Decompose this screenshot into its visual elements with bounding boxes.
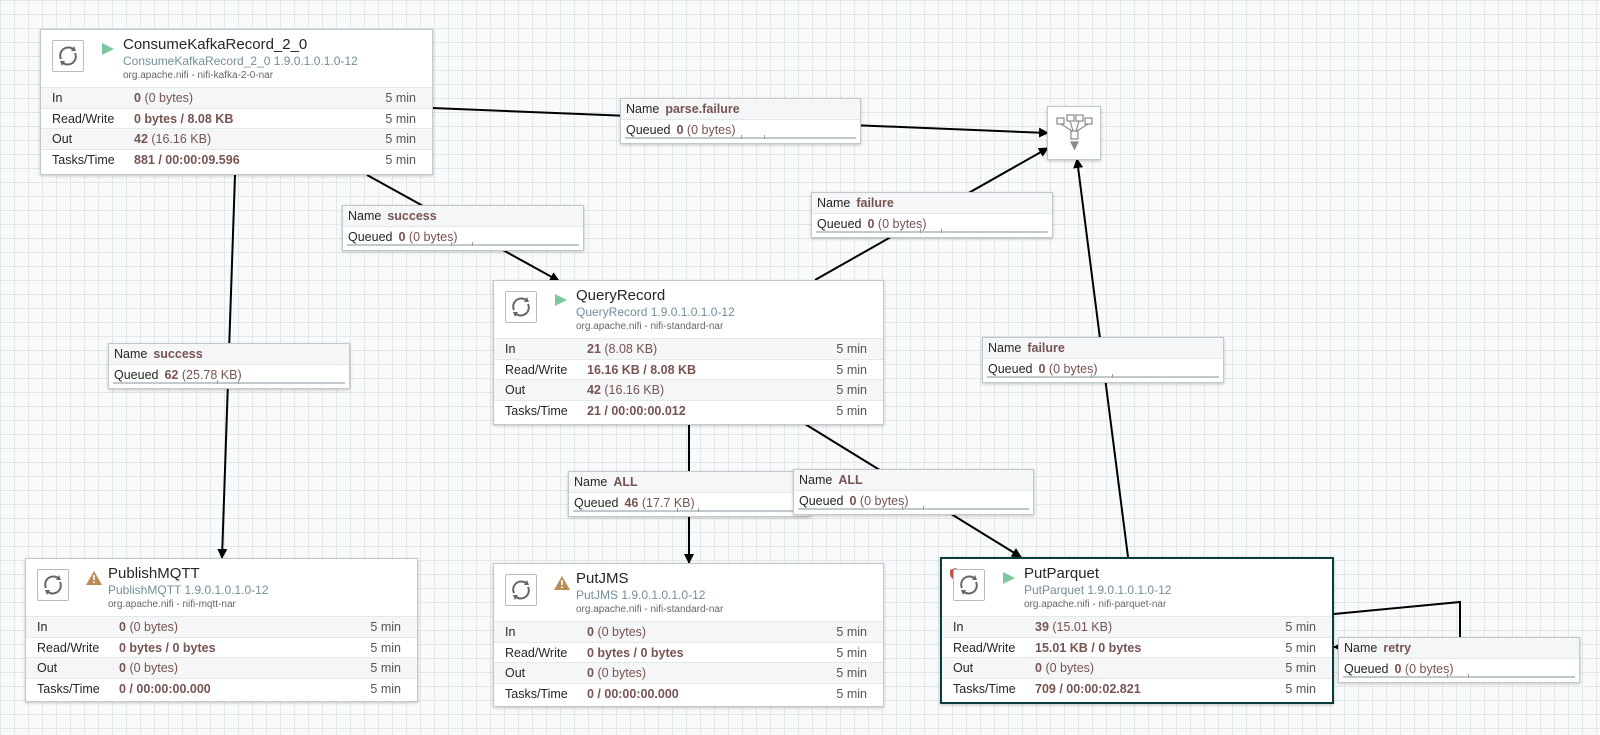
- stat-read-write: Read/Write 15.01 KB / 0 bytes 5 min: [942, 636, 1332, 658]
- queue-backpressure-bar: [347, 242, 579, 246]
- processor-name: PutJMS: [576, 570, 629, 587]
- stat-tasks-time: Tasks/Time 881 / 00:00:09.596 5 min: [41, 149, 432, 170]
- connection-label-parse-failure[interactable]: Name parse.failure Queued 0 (0 bytes): [620, 98, 861, 144]
- processor-type: PutParquet 1.9.0.1.0.1.0-12: [1024, 583, 1172, 597]
- processor-consume-kafka-record[interactable]: ConsumeKafkaRecord_2_0 ConsumeKafkaRecor…: [40, 29, 433, 175]
- processor-type: QueryRecord 1.9.0.1.0.1.0-12: [576, 305, 735, 319]
- processor-put-parquet[interactable]: PutParquet PutParquet 1.9.0.1.0.1.0-12 o…: [940, 557, 1334, 704]
- connection-label-success-to-mqtt[interactable]: Name success Queued 62 (25.78 KB): [108, 343, 350, 389]
- run-status-running-icon: [1002, 571, 1016, 585]
- queue-backpressure-bar: [625, 135, 856, 139]
- processor-name: PublishMQTT: [108, 565, 200, 582]
- processor-type-icon: [953, 569, 985, 601]
- processor-type-icon: [505, 291, 537, 323]
- processor-bundle: org.apache.nifi - nifi-kafka-2-0-nar: [123, 70, 274, 81]
- run-status-running-icon: [101, 42, 115, 56]
- stat-read-write: Read/Write 0 bytes / 0 bytes 5 min: [26, 636, 417, 658]
- queue-backpressure-bar: [1343, 674, 1575, 678]
- processor-type: PublishMQTT 1.9.0.1.0.1.0-12: [108, 583, 269, 597]
- funnel[interactable]: [1047, 106, 1101, 160]
- connection-name: success: [153, 347, 203, 361]
- processor-name: QueryRecord: [576, 287, 666, 304]
- processor-type-icon: [37, 569, 69, 601]
- queued-value: 0 (0 bytes): [1038, 362, 1098, 376]
- connection-label-query-failure[interactable]: Name failure Queued 0 (0 bytes): [811, 192, 1053, 238]
- connection-name: success: [387, 209, 437, 223]
- stat-in: In 0 (0 bytes) 5 min: [494, 621, 883, 642]
- connection-name: ALL: [613, 475, 638, 489]
- queue-backpressure-bar: [816, 229, 1048, 233]
- queued-value: 46 (17.7 KB): [624, 496, 695, 510]
- stat-out: Out 0 (0 bytes) 5 min: [494, 662, 883, 684]
- queue-backpressure-bar: [113, 380, 345, 384]
- connection-label-parquet-failure[interactable]: Name failure Queued 0 (0 bytes): [982, 337, 1224, 383]
- processor-bundle: org.apache.nifi - nifi-standard-nar: [576, 604, 724, 615]
- queued-value: 0 (0 bytes): [398, 230, 458, 244]
- processor-name: PutParquet: [1024, 565, 1100, 582]
- stat-tasks-time: Tasks/Time 0 / 00:00:00.000 5 min: [26, 678, 417, 699]
- processor-bundle: org.apache.nifi - nifi-mqtt-nar: [108, 599, 236, 610]
- stat-tasks-time: Tasks/Time 709 / 00:00:02.821 5 min: [942, 678, 1332, 699]
- queued-value: 0 (0 bytes): [867, 217, 927, 231]
- processor-put-jms[interactable]: PutJMS PutJMS 1.9.0.1.0.1.0-12 org.apach…: [493, 563, 884, 707]
- stat-out: Out 42 (16.16 KB) 5 min: [494, 379, 883, 401]
- processor-name: ConsumeKafkaRecord_2_0: [123, 36, 308, 53]
- stat-read-write: Read/Write 0 bytes / 0 bytes 5 min: [494, 641, 883, 663]
- stat-out: Out 0 (0 bytes) 5 min: [942, 657, 1332, 679]
- stat-in: In 0 (0 bytes) 5 min: [26, 616, 417, 637]
- processor-publish-mqtt[interactable]: PublishMQTT PublishMQTT 1.9.0.1.0.1.0-12…: [25, 558, 418, 702]
- connection-name: retry: [1383, 641, 1412, 655]
- stat-in: In 21 (8.08 KB) 5 min: [494, 338, 883, 359]
- connection-label-all-to-jms[interactable]: Name ALL Queued 46 (17.7 KB): [568, 471, 810, 517]
- processor-type-icon: [52, 40, 84, 72]
- queued-value: 0 (0 bytes): [849, 494, 909, 508]
- connection-label-success-to-query[interactable]: Name success Queued 0 (0 bytes): [342, 205, 584, 251]
- edge-retry-loop[interactable]: [1333, 600, 1461, 637]
- processor-type-icon: [505, 574, 537, 606]
- stat-read-write: Read/Write 0 bytes / 8.08 KB 5 min: [41, 107, 432, 129]
- queue-backpressure-bar: [573, 508, 805, 512]
- stat-tasks-time: Tasks/Time 0 / 00:00:00.000 5 min: [494, 683, 883, 704]
- queue-backpressure-bar: [987, 374, 1219, 378]
- processor-type: ConsumeKafkaRecord_2_0 1.9.0.1.0.1.0-12: [123, 54, 358, 68]
- connection-name: failure: [856, 196, 894, 210]
- warning-icon[interactable]: [554, 576, 570, 590]
- stat-out: Out 42 (16.16 KB) 5 min: [41, 128, 432, 150]
- stat-out: Out 0 (0 bytes) 5 min: [26, 657, 417, 679]
- processor-bundle: org.apache.nifi - nifi-parquet-nar: [1024, 599, 1167, 610]
- connection-name: ALL: [838, 473, 863, 487]
- processor-query-record[interactable]: QueryRecord QueryRecord 1.9.0.1.0.1.0-12…: [493, 280, 884, 425]
- stat-tasks-time: Tasks/Time 21 / 00:00:00.012 5 min: [494, 400, 883, 421]
- stat-in: In 39 (15.01 KB) 5 min: [942, 616, 1332, 637]
- processor-bundle: org.apache.nifi - nifi-standard-nar: [576, 321, 724, 332]
- stat-in: In 0 (0 bytes) 5 min: [41, 87, 432, 108]
- queued-value: 62 (25.78 KB): [164, 368, 242, 382]
- stat-read-write: Read/Write 16.16 KB / 8.08 KB 5 min: [494, 358, 883, 380]
- queued-value: 0 (0 bytes): [1394, 662, 1454, 676]
- connection-name: parse.failure: [665, 102, 740, 116]
- queue-backpressure-bar: [798, 506, 1029, 510]
- connection-name: failure: [1027, 341, 1065, 355]
- queued-value: 0 (0 bytes): [676, 123, 736, 137]
- connection-label-all-to-parquet[interactable]: Name ALL Queued 0 (0 bytes): [793, 469, 1034, 515]
- funnel-icon: [1056, 114, 1093, 151]
- processor-type: PutJMS 1.9.0.1.0.1.0-12: [576, 588, 706, 602]
- warning-icon[interactable]: [86, 571, 102, 585]
- run-status-running-icon: [554, 293, 568, 307]
- connection-label-retry[interactable]: Name retry Queued 0 (0 bytes): [1338, 637, 1580, 683]
